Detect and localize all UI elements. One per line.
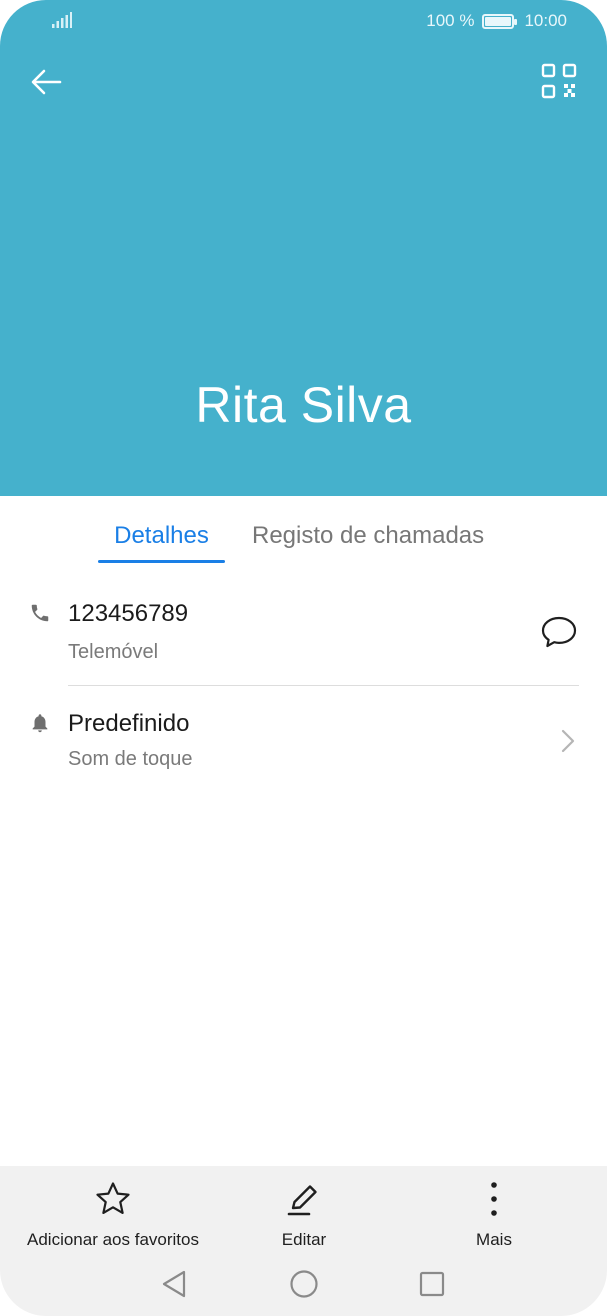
system-nav-bar bbox=[0, 1262, 607, 1306]
phone-icon bbox=[31, 604, 49, 622]
add-to-favorites-button[interactable]: Adicionar aos favoritos bbox=[20, 1180, 206, 1250]
message-bubble-icon[interactable] bbox=[540, 614, 578, 650]
screen: 100 % 10:00 Rita Silva Detalhes Registo … bbox=[0, 0, 607, 1316]
active-tab-indicator bbox=[98, 560, 225, 563]
chevron-right-icon bbox=[561, 729, 575, 753]
more-vertical-icon bbox=[491, 1182, 497, 1216]
tab-call-log[interactable]: Registo de chamadas bbox=[252, 522, 484, 550]
row-divider bbox=[68, 685, 579, 686]
ringtone-row[interactable]: Predefinido Som de toque bbox=[0, 700, 607, 790]
more-button[interactable]: Mais bbox=[446, 1180, 542, 1250]
clock: 10:00 bbox=[524, 11, 567, 30]
phone-number-row[interactable]: 123456789 Telemóvel bbox=[0, 590, 607, 686]
phone-number: 123456789 bbox=[68, 600, 189, 627]
bell-icon bbox=[32, 714, 48, 733]
status-bar: 100 % 10:00 bbox=[0, 0, 607, 40]
phone-type: Telemóvel bbox=[68, 641, 159, 663]
bottom-action-bar: Adicionar aos favoritos Editar Mais bbox=[0, 1166, 607, 1316]
battery-percent: 100 % bbox=[426, 11, 475, 30]
add-to-favorites-label: Adicionar aos favoritos bbox=[27, 1230, 199, 1249]
signal-icon bbox=[52, 12, 72, 28]
tab-bar: Detalhes Registo de chamadas bbox=[0, 496, 607, 576]
nav-home-icon[interactable] bbox=[288, 1268, 320, 1300]
edit-label: Editar bbox=[281, 1230, 327, 1249]
nav-back-icon[interactable] bbox=[158, 1268, 190, 1300]
edit-button[interactable]: Editar bbox=[256, 1180, 352, 1250]
ringtone-label: Som de toque bbox=[68, 748, 193, 770]
qr-code-icon[interactable] bbox=[540, 62, 578, 100]
status-right: 100 % 10:00 bbox=[426, 11, 567, 31]
arrow-left-icon[interactable] bbox=[26, 62, 66, 102]
nav-recents-icon[interactable] bbox=[416, 1268, 448, 1300]
contact-name: Rita Silva bbox=[195, 377, 412, 433]
ringtone-value: Predefinido bbox=[68, 710, 190, 737]
tab-details[interactable]: Detalhes bbox=[98, 522, 225, 550]
more-label: Mais bbox=[476, 1230, 512, 1249]
pencil-icon bbox=[287, 1185, 317, 1216]
contact-header: 100 % 10:00 Rita Silva bbox=[0, 0, 607, 496]
star-icon bbox=[96, 1182, 130, 1214]
battery-icon bbox=[482, 13, 518, 29]
